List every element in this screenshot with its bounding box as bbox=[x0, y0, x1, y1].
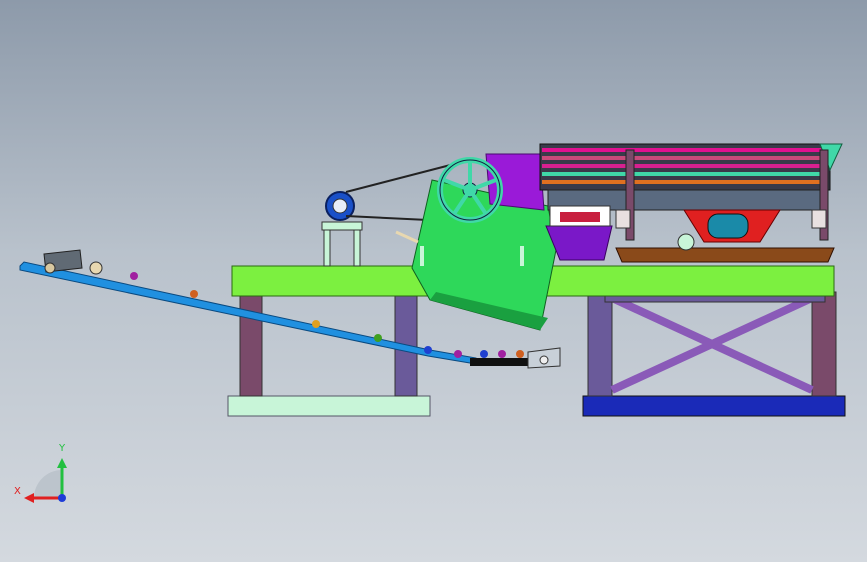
z-axis-dot bbox=[58, 494, 66, 502]
motor-stand bbox=[321, 221, 363, 267]
conveyor-drive bbox=[43, 249, 103, 275]
x-axis-label: X bbox=[14, 486, 21, 497]
right-foundation bbox=[582, 291, 846, 417]
cad-viewport[interactable]: Y X bbox=[0, 0, 867, 562]
y-axis-label: Y bbox=[59, 443, 66, 454]
machine-model[interactable] bbox=[0, 0, 867, 562]
left-foundation bbox=[227, 291, 431, 417]
feeder-hopper[interactable] bbox=[615, 209, 835, 263]
coordinate-triad bbox=[24, 458, 67, 503]
vibrating-screen[interactable] bbox=[539, 143, 843, 241]
